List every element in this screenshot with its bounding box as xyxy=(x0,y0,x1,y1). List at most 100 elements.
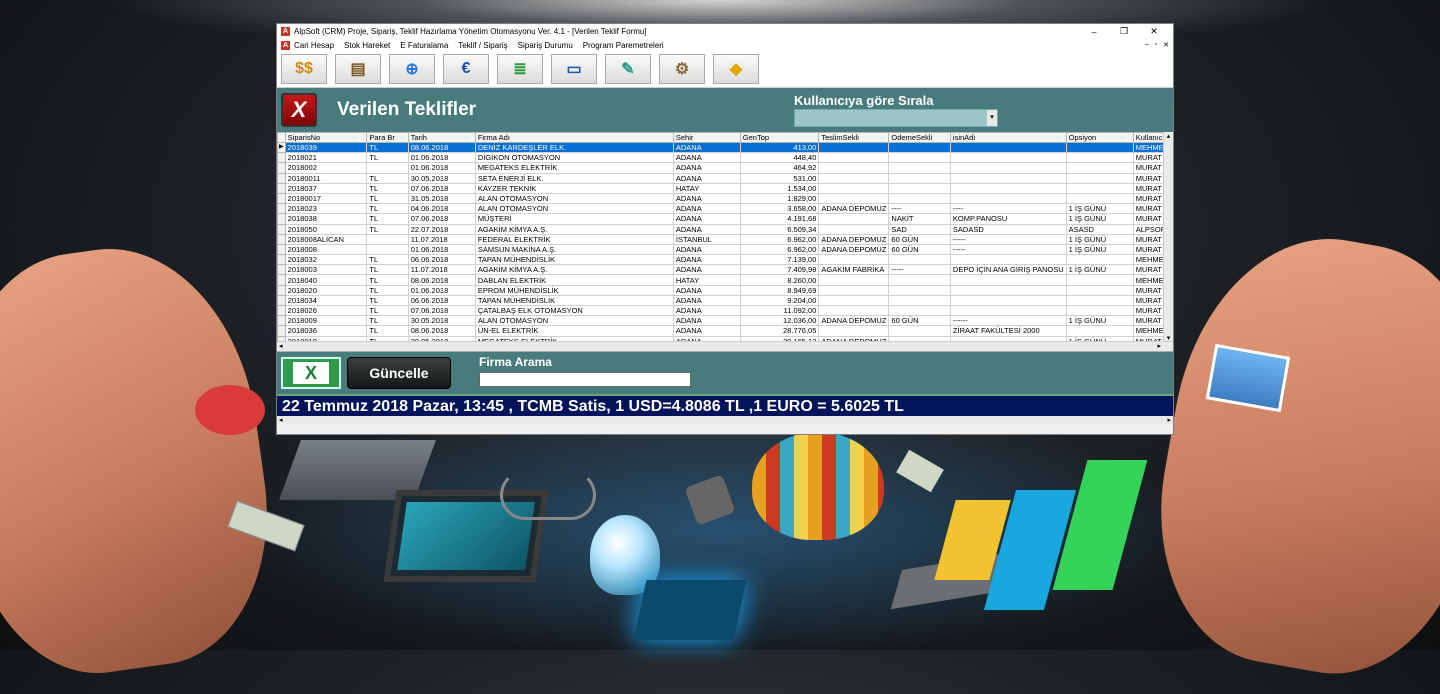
scroll-right-icon[interactable]: ▸ xyxy=(1167,416,1171,424)
table-cell[interactable]: ------ xyxy=(949,315,1067,327)
table-cell[interactable]: KAYZER TEKNİK xyxy=(474,182,674,194)
toolbar-button-warning[interactable]: ◆ xyxy=(713,54,759,84)
table-cell[interactable]: 2018040 xyxy=(284,274,368,286)
toolbar-button-cash-register[interactable]: ▤ xyxy=(335,54,381,84)
table-cell[interactable]: FEDERAL ELEKTRİK xyxy=(474,233,674,245)
table-cell[interactable]: 448,40 xyxy=(739,152,820,164)
table-cell[interactable]: 2018021 xyxy=(284,152,368,164)
table-cell[interactable]: HATAY xyxy=(672,182,741,194)
table-cell[interactable]: ADANA xyxy=(672,172,741,184)
table-cell[interactable]: ADANA xyxy=(672,243,741,256)
row-indicator[interactable] xyxy=(277,264,286,276)
table-cell[interactable]: 1.829,00 xyxy=(739,192,820,205)
table-cell[interactable] xyxy=(949,172,1067,184)
table-cell[interactable]: 06.06.2018 xyxy=(407,254,476,266)
table-cell[interactable] xyxy=(1065,141,1134,154)
table-cell[interactable] xyxy=(818,254,890,266)
table-cell[interactable]: ADANA xyxy=(672,141,741,154)
row-indicator[interactable] xyxy=(277,254,286,266)
table-cell[interactable]: ----- xyxy=(888,264,951,276)
table-row[interactable]: 2018020 TL 01.06.2018 EPROM MÜHENDİSLİK ADAN… xyxy=(277,284,1173,296)
mdi-minimize-button[interactable]: – xyxy=(1145,41,1149,49)
table-cell[interactable]: ADANA xyxy=(672,325,741,337)
table-cell[interactable] xyxy=(888,172,951,184)
table-cell[interactable] xyxy=(949,304,1067,317)
vertical-scrollbar[interactable]: ▴ ▾ xyxy=(1163,132,1173,351)
maximize-button[interactable]: ❐ xyxy=(1109,26,1139,37)
column-header[interactable]: TeslimSekli xyxy=(818,132,890,143)
table-row[interactable]: 2018008ALİCAN 11.07.2018 FEDERAL ELEKTRİK İ… xyxy=(277,233,1173,245)
table-row[interactable]: 2018026 TL 07.06.2018 ÇATALBAŞ ELK OTOMASYO… xyxy=(277,304,1173,317)
table-cell[interactable]: ASASD xyxy=(1065,223,1134,235)
table-cell[interactable]: 30.05.2018 xyxy=(407,172,476,184)
table-cell[interactable]: TAPAN MÜHENDİSLİK xyxy=(474,294,674,307)
table-cell[interactable]: ALAN OTOMASYON xyxy=(474,203,674,215)
table-cell[interactable]: 7.139,00 xyxy=(739,254,820,266)
table-cell[interactable]: ÜN-EL ELEKTRİK xyxy=(474,325,674,337)
table-cell[interactable]: 3.658,00 xyxy=(739,203,820,215)
table-cell[interactable]: 531,00 xyxy=(739,172,820,184)
table-cell[interactable]: 9.204,00 xyxy=(739,294,820,307)
menu-cari-hesap[interactable]: Cari Hesap xyxy=(294,41,334,50)
company-search-input[interactable] xyxy=(479,372,691,387)
table-cell[interactable] xyxy=(1065,304,1134,317)
table-cell[interactable]: 2018038 xyxy=(284,213,368,225)
row-indicator[interactable] xyxy=(277,172,286,184)
minimize-button[interactable]: – xyxy=(1079,27,1109,37)
table-cell[interactable]: 2018034 xyxy=(284,294,368,307)
table-cell[interactable] xyxy=(888,162,951,174)
menu-stok-hareket[interactable]: Stok Hareket xyxy=(344,41,390,50)
table-cell[interactable] xyxy=(818,304,890,317)
table-cell[interactable]: 1.534,00 xyxy=(739,182,820,194)
table-cell[interactable] xyxy=(818,152,890,164)
table-cell[interactable]: 2018023 xyxy=(284,203,368,215)
column-header[interactable]: Sehir xyxy=(672,132,741,143)
table-cell[interactable]: 413,00 xyxy=(739,141,820,154)
table-cell[interactable]: ADANA xyxy=(672,264,741,276)
table-cell[interactable]: ADANA xyxy=(672,315,741,327)
menu-e-faturalama[interactable]: E Faturalama xyxy=(400,41,448,50)
table-cell[interactable]: TL xyxy=(366,172,409,184)
table-cell[interactable]: 01.06.2018 xyxy=(407,243,476,256)
table-cell[interactable]: 6.962,00 xyxy=(739,243,820,256)
toolbar-button-dollar[interactable]: $$ xyxy=(281,54,327,84)
table-cell[interactable]: AGAKİM KİMYA A.Ş. xyxy=(474,223,674,235)
scroll-up-icon[interactable]: ▴ xyxy=(1164,132,1173,140)
table-cell[interactable]: 11.07.2018 xyxy=(407,233,476,245)
table-cell[interactable]: TL xyxy=(366,152,409,164)
table-cell[interactable]: 2018020 xyxy=(284,284,368,296)
table-cell[interactable]: ADANA xyxy=(672,284,741,296)
table-cell[interactable]: 1 İŞ GÜNÜ xyxy=(1065,243,1134,256)
table-cell[interactable]: ADANA xyxy=(672,162,741,174)
table-cell[interactable] xyxy=(818,284,890,296)
table-cell[interactable] xyxy=(888,141,951,154)
table-cell[interactable]: 1 İŞ GÜNÜ xyxy=(1065,264,1134,276)
table-cell[interactable] xyxy=(1065,274,1134,286)
toolbar-button-monitor[interactable]: ▭ xyxy=(551,54,597,84)
table-cell[interactable]: TL xyxy=(366,203,409,215)
scroll-right-icon[interactable]: ▸ xyxy=(1157,342,1161,350)
column-header[interactable]: Tarih xyxy=(407,132,476,143)
table-cell[interactable]: MÜŞTERİ xyxy=(474,213,674,225)
column-header[interactable]: GenTop xyxy=(739,132,820,143)
table-cell[interactable] xyxy=(888,304,951,317)
table-cell[interactable]: ----- xyxy=(949,233,1067,245)
table-cell[interactable]: ADANA xyxy=(672,203,741,215)
table-cell[interactable]: 1 İŞ GÜNÜ xyxy=(1065,203,1134,215)
scroll-left-icon[interactable]: ◂ xyxy=(279,416,283,424)
table-row[interactable]: 2018037 TL 07.06.2018 KAYZER TEKNİK HATAY 1.5… xyxy=(277,182,1173,194)
mdi-restore-button[interactable]: ▫ xyxy=(1155,41,1157,49)
table-row[interactable]: 2018034 TL 06.06.2018 TAPAN MÜHENDİSLİK ADAN… xyxy=(277,294,1173,307)
table-cell[interactable]: HATAY xyxy=(672,274,741,286)
table-cell[interactable] xyxy=(1065,172,1134,184)
table-cell[interactable] xyxy=(366,162,409,174)
menu-siparis-durumu[interactable]: Sipariş Durumu xyxy=(518,41,573,50)
row-indicator[interactable]: ▶ xyxy=(277,141,286,154)
table-cell[interactable] xyxy=(818,172,890,184)
table-cell[interactable]: TAPAN MÜHENDİSLİK xyxy=(474,254,674,266)
table-cell[interactable] xyxy=(888,152,951,164)
row-indicator[interactable] xyxy=(277,294,286,307)
row-indicator[interactable] xyxy=(277,182,286,194)
table-cell[interactable]: ADANA DEPOMUZ xyxy=(818,233,890,245)
table-cell[interactable]: ALAN OTOMASYON xyxy=(474,192,674,205)
